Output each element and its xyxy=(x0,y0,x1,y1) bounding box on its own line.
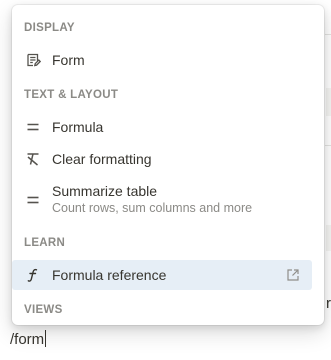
background-table-border xyxy=(325,145,331,146)
menu-item-formula[interactable]: Formula xyxy=(12,112,312,142)
menu-item-summarize-table[interactable]: Summarize table Count rows, sum columns … xyxy=(12,176,312,220)
menu-item-description: Count rows, sum columns and more xyxy=(52,201,253,215)
clear-format-icon xyxy=(24,151,42,167)
slash-command-text: /form xyxy=(10,331,45,348)
menu-item-label: Formula xyxy=(52,119,104,135)
menu-item-form[interactable]: Form xyxy=(12,45,312,75)
background-table-border xyxy=(325,34,331,35)
menu-item-label: Summarize table xyxy=(52,183,158,199)
menu-item-formula-reference[interactable]: Formula reference xyxy=(12,260,312,290)
form-icon xyxy=(24,52,42,68)
menu-item-label: Form xyxy=(52,52,85,68)
section-header-display: DISPLAY xyxy=(24,22,75,34)
section-header-learn: LEARN xyxy=(24,237,66,249)
external-link-icon[interactable] xyxy=(286,268,300,282)
background-table-cell xyxy=(326,225,331,251)
background-table-cell xyxy=(326,88,331,116)
text-caret xyxy=(45,330,47,347)
section-header-text-layout: TEXT & LAYOUT xyxy=(24,89,119,101)
menu-item-clear-formatting[interactable]: Clear formatting xyxy=(12,144,312,174)
slash-command-menu: DISPLAY Form TEXT & LAYOUT Formula Clear… xyxy=(12,5,324,325)
menu-item-label: Formula reference xyxy=(52,267,167,283)
menu-item-label: Clear formatting xyxy=(52,151,152,167)
function-icon xyxy=(24,267,42,283)
section-header-views: VIEWS xyxy=(24,304,63,316)
equals-icon xyxy=(24,119,42,135)
background-text-fragment: r xyxy=(326,295,331,312)
equals-icon xyxy=(24,192,42,208)
editor-text-line[interactable]: /form xyxy=(10,330,47,350)
